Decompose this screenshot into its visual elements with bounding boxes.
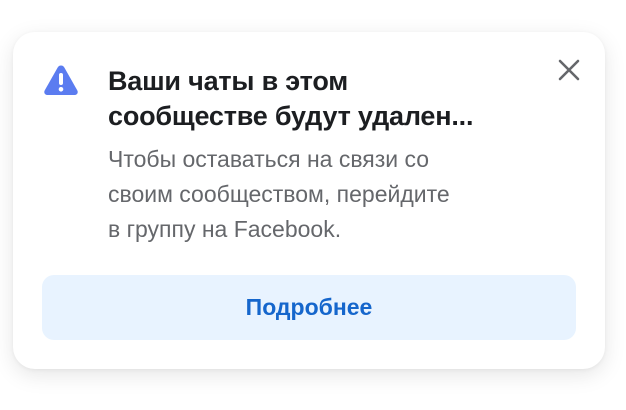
dialog-title-line: Ваши чаты в этом (108, 66, 349, 96)
close-icon (558, 59, 580, 81)
dialog-description-line: своим сообществом, перейдите (108, 181, 450, 207)
dialog-description: Чтобы оставаться на связи со своим сообщ… (108, 142, 568, 247)
notice-dialog: Ваши чаты в этом сообществе будут удален… (13, 32, 605, 369)
page: Ваши чаты в этом сообществе будут удален… (0, 0, 626, 410)
dialog-description-line: в группу на Facebook. (108, 216, 342, 242)
dialog-title-line: сообществе будут удален... (108, 101, 474, 131)
dialog-description-line: Чтобы оставаться на связи со (108, 146, 430, 172)
learn-more-button[interactable]: Подробнее (42, 275, 576, 340)
close-button[interactable] (551, 52, 587, 88)
warning-triangle-icon (42, 62, 80, 98)
dialog-title: Ваши чаты в этом сообществе будут удален… (108, 64, 538, 134)
